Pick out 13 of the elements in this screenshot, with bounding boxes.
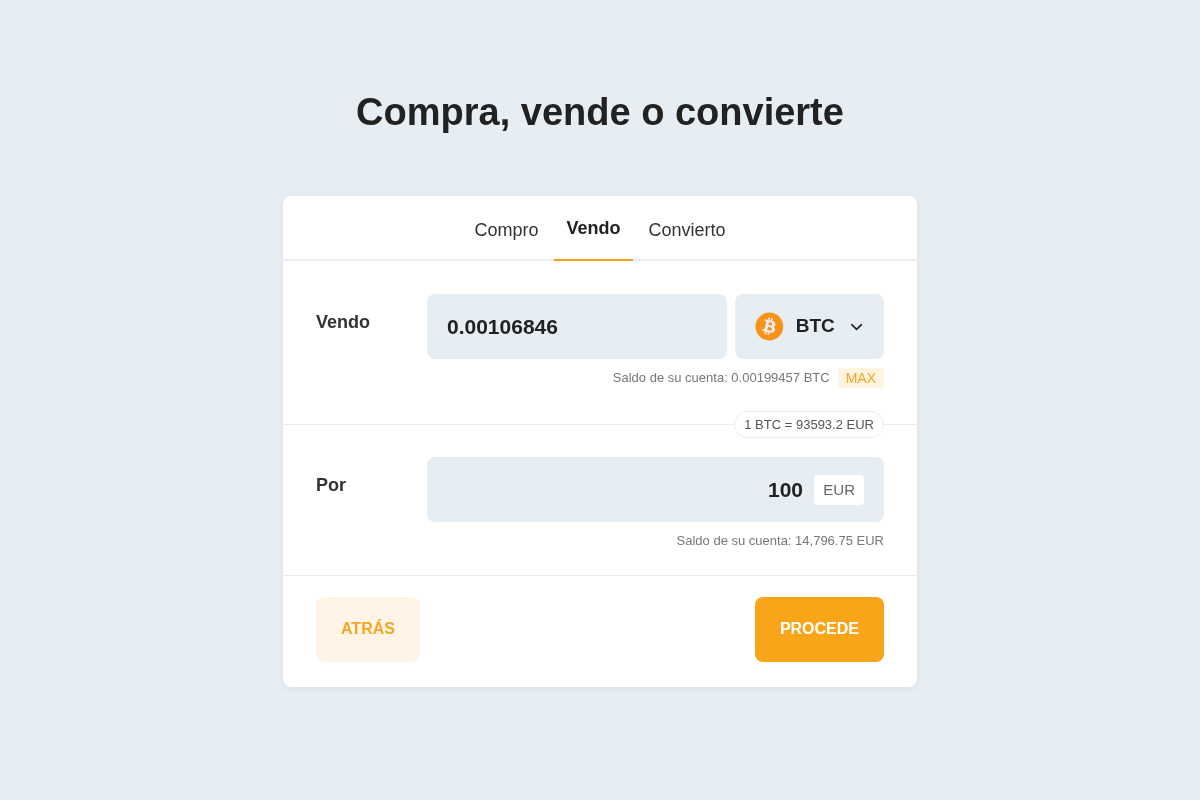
- tab[interactable]: Compro: [462, 196, 551, 259]
- exchange-rate-pill: 1 BTC = 93593.2 EUR: [734, 411, 884, 438]
- bitcoin-icon: [755, 310, 784, 343]
- page-title: Compra, vende o convierte: [356, 90, 844, 135]
- amount-input[interactable]: 0.00106846: [427, 294, 727, 359]
- field-label: Vendo: [316, 312, 370, 332]
- balance-text: Saldo de su cuenta: 0.00199457 BTC: [612, 369, 830, 388]
- currency-select[interactable]: BTC: [735, 294, 884, 359]
- currency-label: EUR: [814, 475, 864, 505]
- tab[interactable]: Vendo: [554, 196, 633, 261]
- balance-text: Saldo de su cuenta: 14,796.75 EUR: [676, 532, 884, 550]
- tab[interactable]: Convierto: [636, 196, 738, 259]
- field-label: Por: [316, 475, 346, 495]
